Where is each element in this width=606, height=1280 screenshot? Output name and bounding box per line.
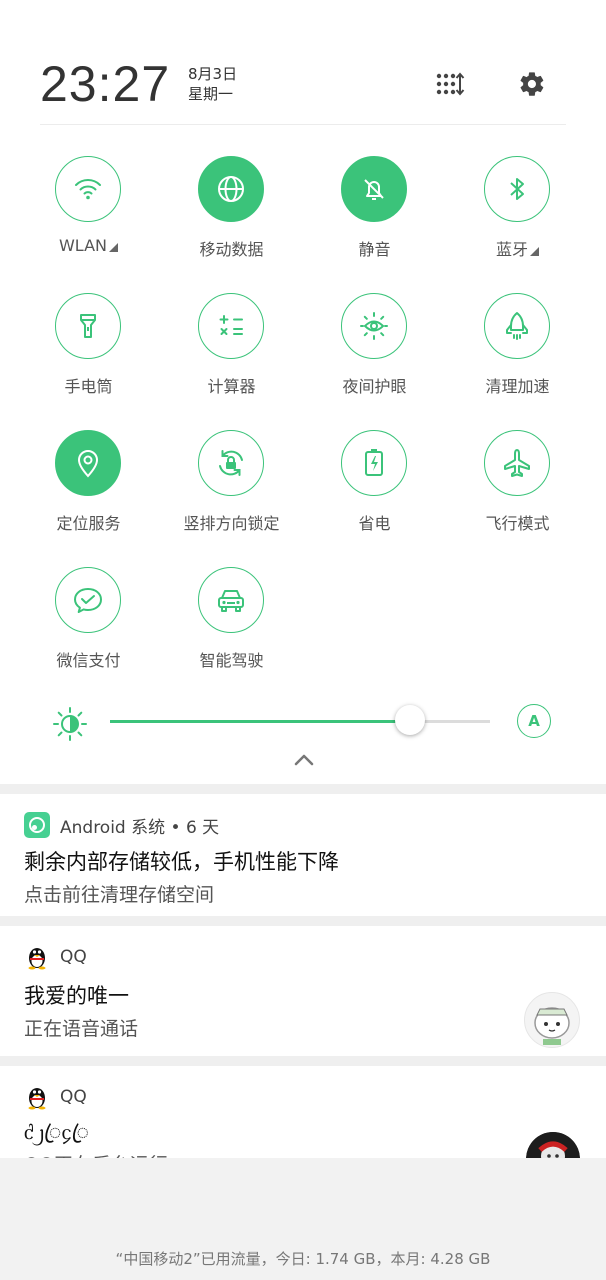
tile-silent-circle[interactable] [341,156,407,222]
notification-app-name: QQ [60,947,87,967]
tile-wlan[interactable]: WLAN [17,154,160,274]
brightness-thumb[interactable] [395,705,426,735]
android-system-icon [24,812,50,838]
tile-flashlight-circle[interactable] [55,293,121,359]
tile-power-saver[interactable]: 省电 [303,428,446,548]
rotation-lock-icon [219,450,243,476]
qq-penguin-icon [24,944,50,970]
airplane-icon [504,449,530,477]
tile-silent-label: 静音 [358,240,391,259]
rocket-icon [506,312,528,340]
tile-rotation-lock-circle[interactable] [198,430,264,496]
data-usage-footer: “中国移动2”已用流量，今日: 1.74 GB，本月: 4.28 GB [0,1158,606,1280]
bell-off-icon [364,179,384,200]
brightness-fill [110,720,411,723]
tile-location[interactable]: 定位服务 [17,428,160,548]
tile-calculator-label: 计算器 [207,377,256,396]
tile-flashlight-label: 手电筒 [64,377,113,396]
notification-text: QQ正在后台运行 [24,1150,168,1158]
brightness-row: A [0,700,606,750]
qq-penguin-icon [24,1084,50,1110]
dropdown-triangle-icon [530,247,539,256]
eye-sun-icon [360,312,388,340]
tile-cleanup-label: 清理加速 [485,377,550,396]
tile-power-saver-label: 省电 [358,514,391,533]
wechat-pay-icon [74,588,102,613]
tile-mobile-data[interactable]: 移动数据 [160,154,303,274]
tile-night-mode-circle[interactable] [341,293,407,359]
tile-airplane-circle[interactable] [484,430,550,496]
tile-calculator-circle[interactable] [198,293,264,359]
tile-wlan-label: WLAN [58,236,107,255]
tile-wlan-circle[interactable] [55,156,121,222]
car-icon [218,590,244,612]
avatar [524,992,580,1048]
gear-icon [520,72,544,96]
calculator-icon [219,315,243,335]
grid-sort-icon [436,72,465,96]
tile-location-label: 定位服务 [56,514,121,533]
header-divider [40,124,566,125]
clock-time[interactable]: 23:27 [40,54,170,114]
bluetooth-icon [510,178,524,200]
tile-flashlight[interactable]: 手电筒 [17,291,160,411]
tile-night-mode-label: 夜间护眼 [342,377,407,396]
notification-qq-background[interactable]: QQ ᦺ᧒ꦿ᧔ꦿ QQ正在后台运行 [0,1066,606,1158]
tile-wechat-pay[interactable]: 微信支付 [17,565,160,685]
brightness-slider[interactable] [110,705,490,735]
tile-cleanup-circle[interactable] [484,293,550,359]
settings-button[interactable] [514,66,550,102]
tile-mobile-data-label: 移动数据 [199,240,264,259]
tile-night-mode[interactable]: 夜间护眼 [303,291,446,411]
wifi-icon [75,179,101,200]
data-usage-text[interactable]: “中国移动2”已用流量，今日: 1.74 GB，本月: 4.28 GB [0,1248,606,1269]
tile-smart-drive[interactable]: 智能驾驶 [160,565,303,685]
location-pin-icon [77,450,99,478]
tile-wechat-pay-label: 微信支付 [56,651,121,670]
edit-tiles-button[interactable] [432,66,468,102]
notification-title: 剩余内部存储较低，手机性能下降 [24,850,339,874]
tile-mobile-data-circle[interactable] [198,156,264,222]
tile-rotation-lock[interactable]: 竖排方向锁定 [160,428,303,548]
notification-app-name: QQ [60,1087,87,1107]
chevron-up-icon [294,754,314,766]
tile-wechat-pay-circle[interactable] [55,567,121,633]
tile-calculator[interactable]: 计算器 [160,291,303,411]
notification-list: Android 系统 • 6 天 剩余内部存储较低，手机性能下降 点击前往清理存… [0,784,606,1158]
tile-silent[interactable]: 静音 [303,154,446,274]
tile-bluetooth-label: 蓝牙 [495,240,528,259]
tile-airplane-label: 飞行模式 [485,514,550,533]
notification-app-name: Android 系统 • 6 天 [60,817,220,838]
auto-brightness-button[interactable]: A [517,704,551,738]
tile-power-saver-circle[interactable] [341,430,407,496]
notification-title: 我爱的唯一 [24,984,129,1008]
notification-text: 正在语音通话 [24,1018,139,1040]
collapse-button[interactable] [290,748,318,772]
battery-saver-icon [365,449,383,476]
tile-bluetooth-circle[interactable] [484,156,550,222]
date-label: 8月3日 [188,65,238,83]
notification-text: 点击前往清理存储空间 [24,884,215,906]
brightness-icon [53,707,87,741]
dropdown-triangle-icon [109,243,118,252]
tile-smart-drive-label: 智能驾驶 [199,651,264,670]
notification-android-system[interactable]: Android 系统 • 6 天 剩余内部存储较低，手机性能下降 点击前往清理存… [0,794,606,916]
notification-qq-call[interactable]: QQ 我爱的唯一 正在语音通话 [0,926,606,1056]
globe-icon [218,176,244,202]
avatar [526,1132,580,1158]
tile-airplane[interactable]: 飞行模式 [446,428,589,548]
tile-rotation-lock-label: 竖排方向锁定 [183,514,280,533]
tile-cleanup[interactable]: 清理加速 [446,291,589,411]
tile-bluetooth[interactable]: 蓝牙 [446,154,589,274]
tile-location-circle[interactable] [55,430,121,496]
status-header: 23:27 8月3日 星期一 [0,0,606,125]
weekday-label: 星期一 [188,85,234,103]
date-block[interactable]: 8月3日 星期一 [188,64,237,104]
flashlight-icon [80,314,96,338]
tile-smart-drive-circle[interactable] [198,567,264,633]
